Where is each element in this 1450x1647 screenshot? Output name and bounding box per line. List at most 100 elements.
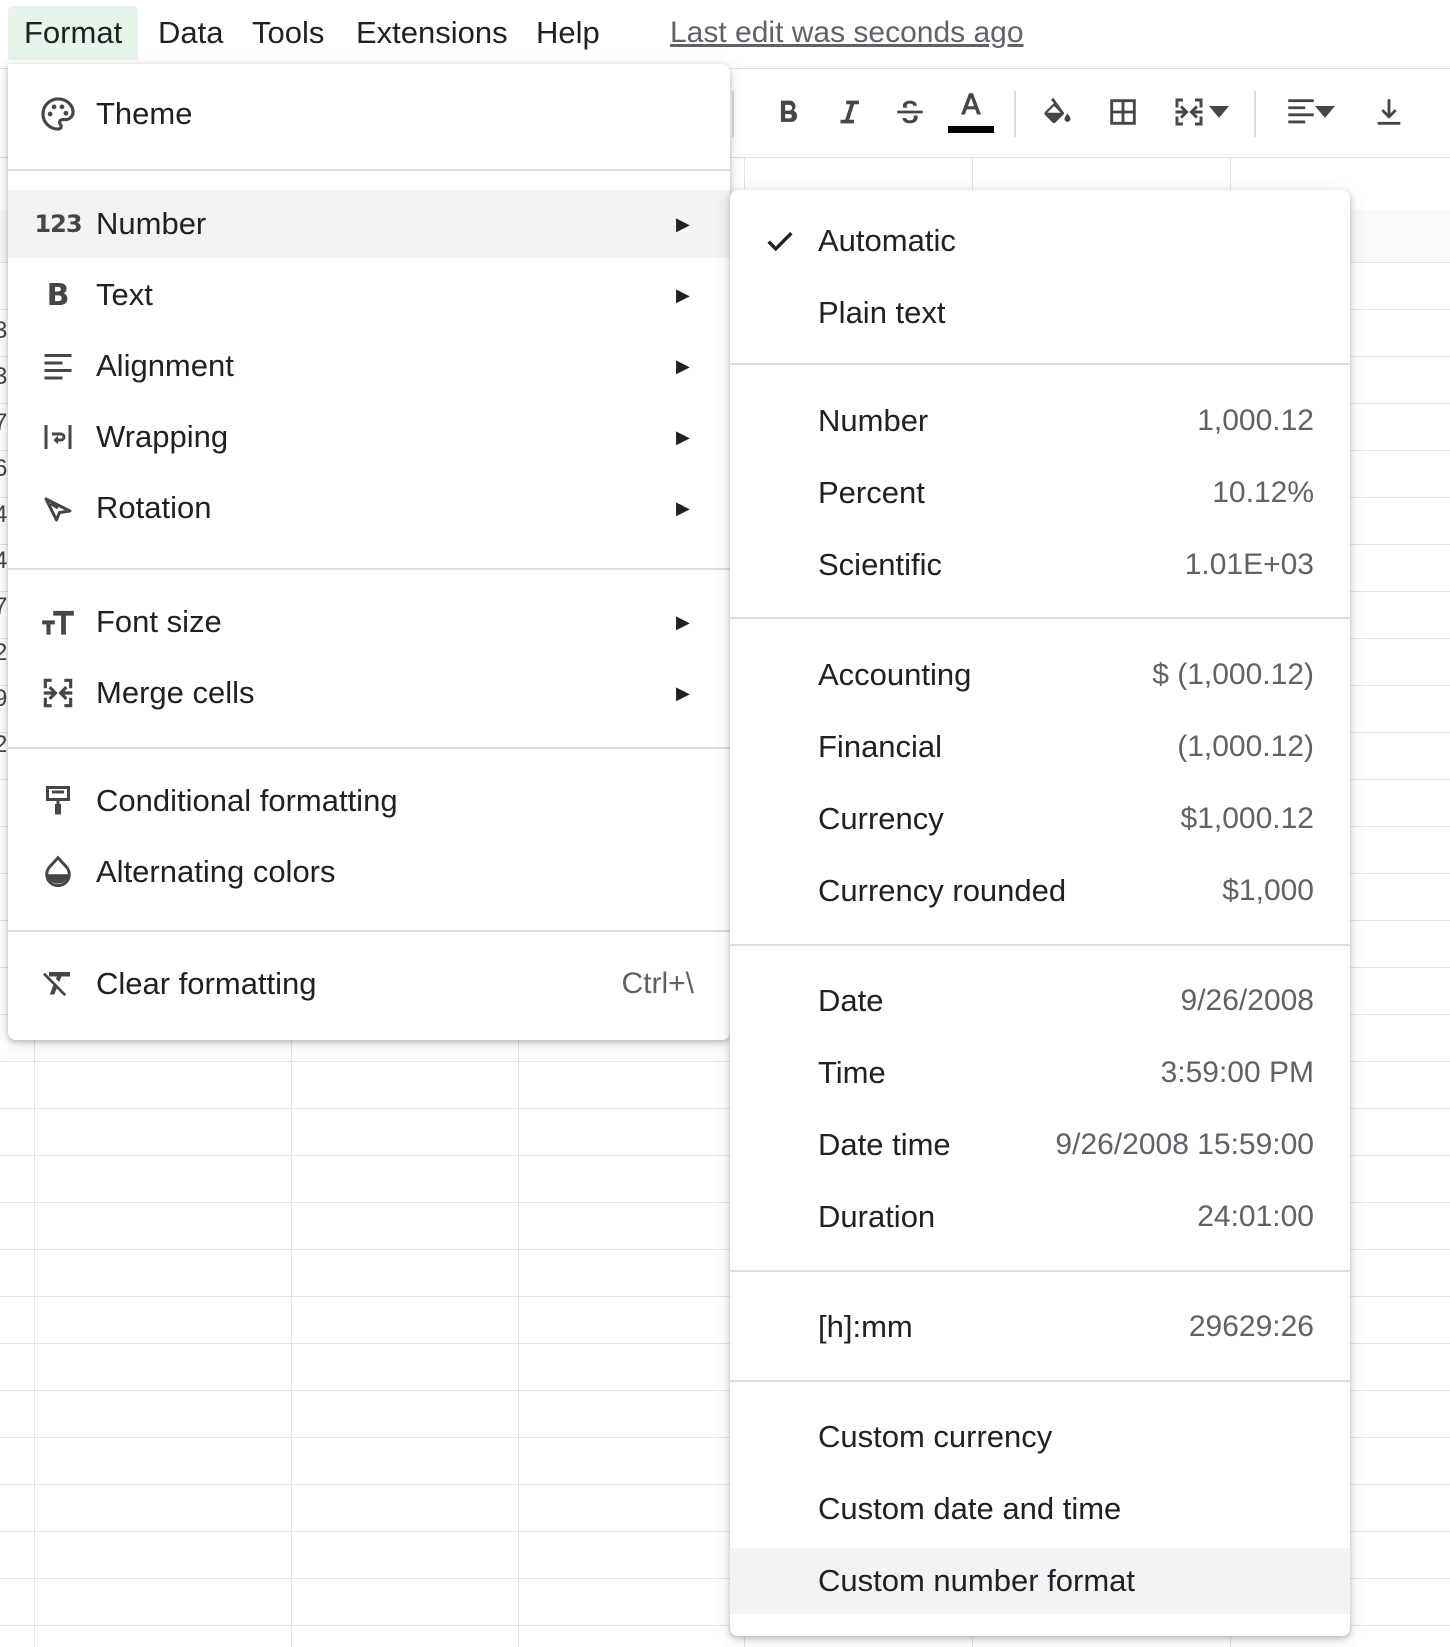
submenu-item-currency-rounded[interactable]: Currency rounded $1,000 bbox=[730, 858, 1350, 924]
menu-item-label: Conditional formatting bbox=[96, 783, 398, 818]
submenu-item-currency[interactable]: Currency $1,000.12 bbox=[730, 786, 1350, 852]
submenu-item-label: Custom number format bbox=[818, 1563, 1135, 1598]
format-example: $ (1,000.12) bbox=[1152, 658, 1314, 691]
format-example: (1,000.12) bbox=[1177, 730, 1314, 763]
menu-divider bbox=[730, 944, 1350, 946]
submenu-item-date[interactable]: Date 9/26/2008 bbox=[730, 968, 1350, 1034]
submenu-item-plain-text[interactable]: Plain text bbox=[730, 280, 1350, 346]
palette-icon bbox=[36, 92, 80, 136]
color-drop-icon bbox=[36, 850, 80, 894]
format-example: 9/26/2008 15:59:00 bbox=[1055, 1128, 1314, 1161]
submenu-item-automatic[interactable]: Automatic bbox=[730, 208, 1350, 274]
menu-item-wrapping[interactable]: Wrapping ▶ bbox=[8, 403, 730, 471]
submenu-item-accounting[interactable]: Accounting $ (1,000.12) bbox=[730, 642, 1350, 708]
menu-item-alternating-colors[interactable]: Alternating colors bbox=[8, 838, 730, 906]
submenu-item-custom-date-time[interactable]: Custom date and time bbox=[730, 1476, 1350, 1542]
menu-help[interactable]: Help bbox=[520, 6, 616, 60]
submenu-item-number[interactable]: Number 1,000.12 bbox=[730, 388, 1350, 454]
menu-divider bbox=[8, 169, 730, 171]
last-edit-link[interactable]: Last edit was seconds ago bbox=[670, 6, 1024, 60]
submenu-item-hours-minutes[interactable]: [h]:mm 29629:26 bbox=[730, 1294, 1350, 1360]
number-format-submenu: Automatic Plain text Number 1,000.12 Per… bbox=[730, 190, 1350, 1636]
menu-item-font-size[interactable]: Font size ▶ bbox=[8, 588, 730, 656]
menu-item-clear-formatting[interactable]: Clear formatting Ctrl+\ bbox=[8, 950, 730, 1018]
submenu-item-label: Accounting bbox=[818, 657, 972, 692]
submenu-item-label: Number bbox=[818, 403, 929, 438]
text-color-icon[interactable] bbox=[946, 81, 996, 141]
text-rotation-icon bbox=[36, 486, 80, 530]
menu-divider bbox=[8, 747, 730, 749]
format-menu: Theme 123 Number ▶ B Text ▶ Alignment ▶ … bbox=[8, 64, 730, 1040]
menu-item-rotation[interactable]: Rotation ▶ bbox=[8, 474, 730, 542]
bold-icon[interactable] bbox=[763, 87, 813, 137]
menu-item-conditional-formatting[interactable]: Conditional formatting bbox=[8, 767, 730, 835]
menu-item-label: Alignment bbox=[96, 348, 234, 383]
submenu-item-time[interactable]: Time 3:59:00 PM bbox=[730, 1040, 1350, 1106]
submenu-arrow-icon: ▶ bbox=[676, 355, 690, 376]
merge-cells-icon bbox=[36, 671, 80, 715]
menu-item-label: Wrapping bbox=[96, 419, 229, 454]
menu-item-text[interactable]: B Text ▶ bbox=[8, 261, 730, 329]
number-format-icon: 123 bbox=[34, 210, 82, 238]
menu-item-alignment[interactable]: Alignment ▶ bbox=[8, 332, 730, 400]
submenu-arrow-icon: ▶ bbox=[676, 682, 690, 703]
submenu-item-label: Custom date and time bbox=[818, 1491, 1122, 1526]
row-fragment: 7 bbox=[0, 593, 8, 620]
submenu-item-financial[interactable]: Financial (1,000.12) bbox=[730, 714, 1350, 780]
row-fragment: 2 bbox=[0, 639, 8, 666]
submenu-item-custom-number-format[interactable]: Custom number format bbox=[730, 1548, 1350, 1614]
menu-bar: Format Data Tools Extensions Help Last e… bbox=[0, 0, 1450, 66]
row-fragment: 4 bbox=[0, 547, 8, 574]
row-fragment: 3 bbox=[0, 363, 8, 390]
menu-item-theme[interactable]: Theme bbox=[8, 80, 730, 148]
submenu-item-scientific[interactable]: Scientific 1.01E+03 bbox=[730, 532, 1350, 598]
submenu-item-label: Percent bbox=[818, 475, 925, 510]
format-example: 9/26/2008 bbox=[1180, 984, 1314, 1017]
toolbar-divider bbox=[1254, 91, 1256, 137]
menu-item-label: Rotation bbox=[96, 490, 212, 525]
align-left-icon bbox=[36, 344, 80, 388]
strikethrough-icon[interactable] bbox=[885, 87, 935, 137]
borders-icon[interactable] bbox=[1098, 87, 1148, 137]
format-example: 24:01:00 bbox=[1197, 1200, 1314, 1233]
fill-color-icon[interactable] bbox=[1032, 87, 1082, 137]
menu-item-label: Font size bbox=[96, 604, 222, 639]
format-example: $1,000.12 bbox=[1180, 802, 1314, 835]
submenu-item-label: Scientific bbox=[818, 547, 943, 582]
submenu-item-label: Date time bbox=[818, 1127, 951, 1162]
chevron-down-icon[interactable] bbox=[1312, 87, 1338, 137]
menu-format[interactable]: Format bbox=[8, 6, 139, 60]
menu-item-label: Merge cells bbox=[96, 675, 255, 710]
clear-formatting-icon bbox=[36, 962, 80, 1006]
format-example: 1.01E+03 bbox=[1184, 548, 1314, 581]
menu-data[interactable]: Data bbox=[142, 6, 239, 60]
submenu-item-custom-currency[interactable]: Custom currency bbox=[730, 1404, 1350, 1470]
menu-item-merge-cells[interactable]: Merge cells ▶ bbox=[8, 659, 730, 727]
submenu-item-duration[interactable]: Duration 24:01:00 bbox=[730, 1184, 1350, 1250]
submenu-item-label: Time bbox=[818, 1055, 886, 1090]
bold-b-icon: B bbox=[46, 277, 70, 313]
toolbar-divider bbox=[732, 91, 734, 137]
menu-divider bbox=[730, 363, 1350, 365]
submenu-item-date-time[interactable]: Date time 9/26/2008 15:59:00 bbox=[730, 1112, 1350, 1178]
submenu-arrow-icon: ▶ bbox=[676, 426, 690, 447]
row-fragment: 7 bbox=[0, 409, 8, 436]
menu-extensions[interactable]: Extensions bbox=[340, 6, 524, 60]
row-fragment: 2 bbox=[0, 731, 8, 758]
format-example: 1,000.12 bbox=[1197, 404, 1314, 437]
submenu-item-label: Plain text bbox=[818, 295, 946, 330]
submenu-arrow-icon: ▶ bbox=[676, 611, 690, 632]
menu-item-number[interactable]: 123 Number ▶ bbox=[8, 190, 730, 258]
menu-divider bbox=[8, 930, 730, 932]
submenu-item-percent[interactable]: Percent 10.12% bbox=[730, 460, 1350, 526]
chevron-down-icon[interactable] bbox=[1206, 87, 1232, 137]
submenu-arrow-icon: ▶ bbox=[676, 284, 690, 305]
menu-item-label: Clear formatting bbox=[96, 966, 317, 1001]
vertical-align-icon[interactable] bbox=[1364, 87, 1414, 137]
submenu-item-label: Financial bbox=[818, 729, 943, 764]
submenu-arrow-icon: ▶ bbox=[676, 213, 690, 234]
submenu-item-label: [h]:mm bbox=[818, 1309, 913, 1344]
menu-tools[interactable]: Tools bbox=[236, 6, 340, 60]
italic-icon[interactable] bbox=[824, 87, 874, 137]
menu-divider bbox=[730, 617, 1350, 619]
